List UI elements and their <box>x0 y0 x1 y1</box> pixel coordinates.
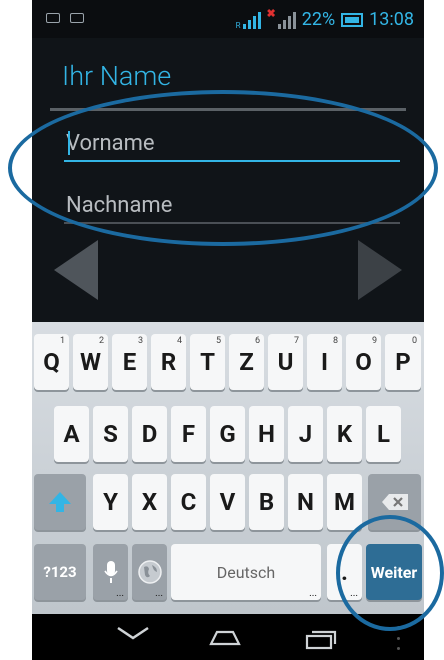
period-key[interactable]: . ... <box>327 544 362 600</box>
key-g[interactable]: G <box>210 406 245 462</box>
key-e[interactable]: 3E <box>112 334 147 390</box>
key-t[interactable]: 5T <box>190 334 225 390</box>
key-f[interactable]: F <box>171 406 206 462</box>
globe-icon <box>137 560 162 584</box>
key-k[interactable]: K <box>327 406 362 462</box>
key-i[interactable]: 8I <box>307 334 342 390</box>
key-l[interactable]: L <box>366 406 401 462</box>
key-w[interactable]: 2W <box>73 334 108 390</box>
overflow-menu-icon[interactable] <box>394 626 402 650</box>
shift-key[interactable] <box>34 474 86 530</box>
soft-keyboard: 1Q 2W 3E 4R 5T 6Z 7U 8I 9O 0P A S D F G … <box>32 322 424 614</box>
dialog-title: Ihr Name <box>62 60 172 92</box>
key-m[interactable]: M <box>327 474 362 530</box>
key-u[interactable]: 7U <box>268 334 303 390</box>
key-a[interactable]: A <box>54 406 89 462</box>
microphone-icon <box>103 561 118 583</box>
key-s[interactable]: S <box>93 406 128 462</box>
next-action-key[interactable]: Weiter <box>366 544 422 600</box>
text-cursor <box>68 131 70 155</box>
previous-arrow-icon[interactable] <box>54 240 98 300</box>
key-v[interactable]: V <box>210 474 245 530</box>
symbols-key[interactable]: ?123 <box>34 544 86 600</box>
key-r[interactable]: 4R <box>151 334 186 390</box>
recent-apps-icon[interactable] <box>304 628 338 650</box>
key-h[interactable]: H <box>249 406 284 462</box>
last-name-input[interactable] <box>64 188 400 224</box>
key-z[interactable]: 6Z <box>229 334 264 390</box>
title-divider <box>50 108 406 111</box>
battery-percent: 22% <box>301 9 336 30</box>
key-c[interactable]: C <box>171 474 206 530</box>
home-icon[interactable] <box>208 628 242 648</box>
voice-input-key[interactable]: ... <box>93 544 128 600</box>
space-key[interactable]: Deutsch ... <box>171 544 321 600</box>
key-x[interactable]: X <box>132 474 167 530</box>
key-b[interactable]: B <box>249 474 284 530</box>
key-y[interactable]: Y <box>93 474 128 530</box>
next-arrow-icon[interactable] <box>358 240 402 300</box>
phone-screen: R ✖ 22% 13:08 Ihr Name 1Q 2W 3E 4R 5T 6Z… <box>32 0 424 660</box>
shift-arrow-icon <box>49 492 71 512</box>
backspace-icon <box>381 494 408 510</box>
key-n[interactable]: N <box>288 474 323 530</box>
roaming-indicator: R <box>235 21 241 30</box>
key-q[interactable]: 1Q <box>34 334 69 390</box>
no-signal-x-icon: ✖ <box>266 7 276 20</box>
image-notification-icon <box>70 13 84 23</box>
first-name-input[interactable] <box>64 126 400 162</box>
key-j[interactable]: J <box>288 406 323 462</box>
navigation-bar <box>32 614 424 660</box>
battery-icon <box>341 12 364 27</box>
status-bar: R ✖ 22% 13:08 <box>32 0 424 38</box>
key-d[interactable]: D <box>132 406 167 462</box>
clock: 13:08 <box>369 9 414 30</box>
last-name-field-wrapper <box>64 188 400 224</box>
signal-strength-icon <box>242 11 261 29</box>
key-p[interactable]: 0P <box>385 334 421 390</box>
second-signal-icon <box>277 11 296 29</box>
first-name-field-wrapper <box>64 126 400 162</box>
keyboard-notification-icon <box>46 13 60 23</box>
back-icon[interactable] <box>116 624 150 642</box>
key-o[interactable]: 9O <box>346 334 381 390</box>
language-key[interactable]: ... <box>132 544 167 600</box>
backspace-key[interactable] <box>368 474 421 530</box>
